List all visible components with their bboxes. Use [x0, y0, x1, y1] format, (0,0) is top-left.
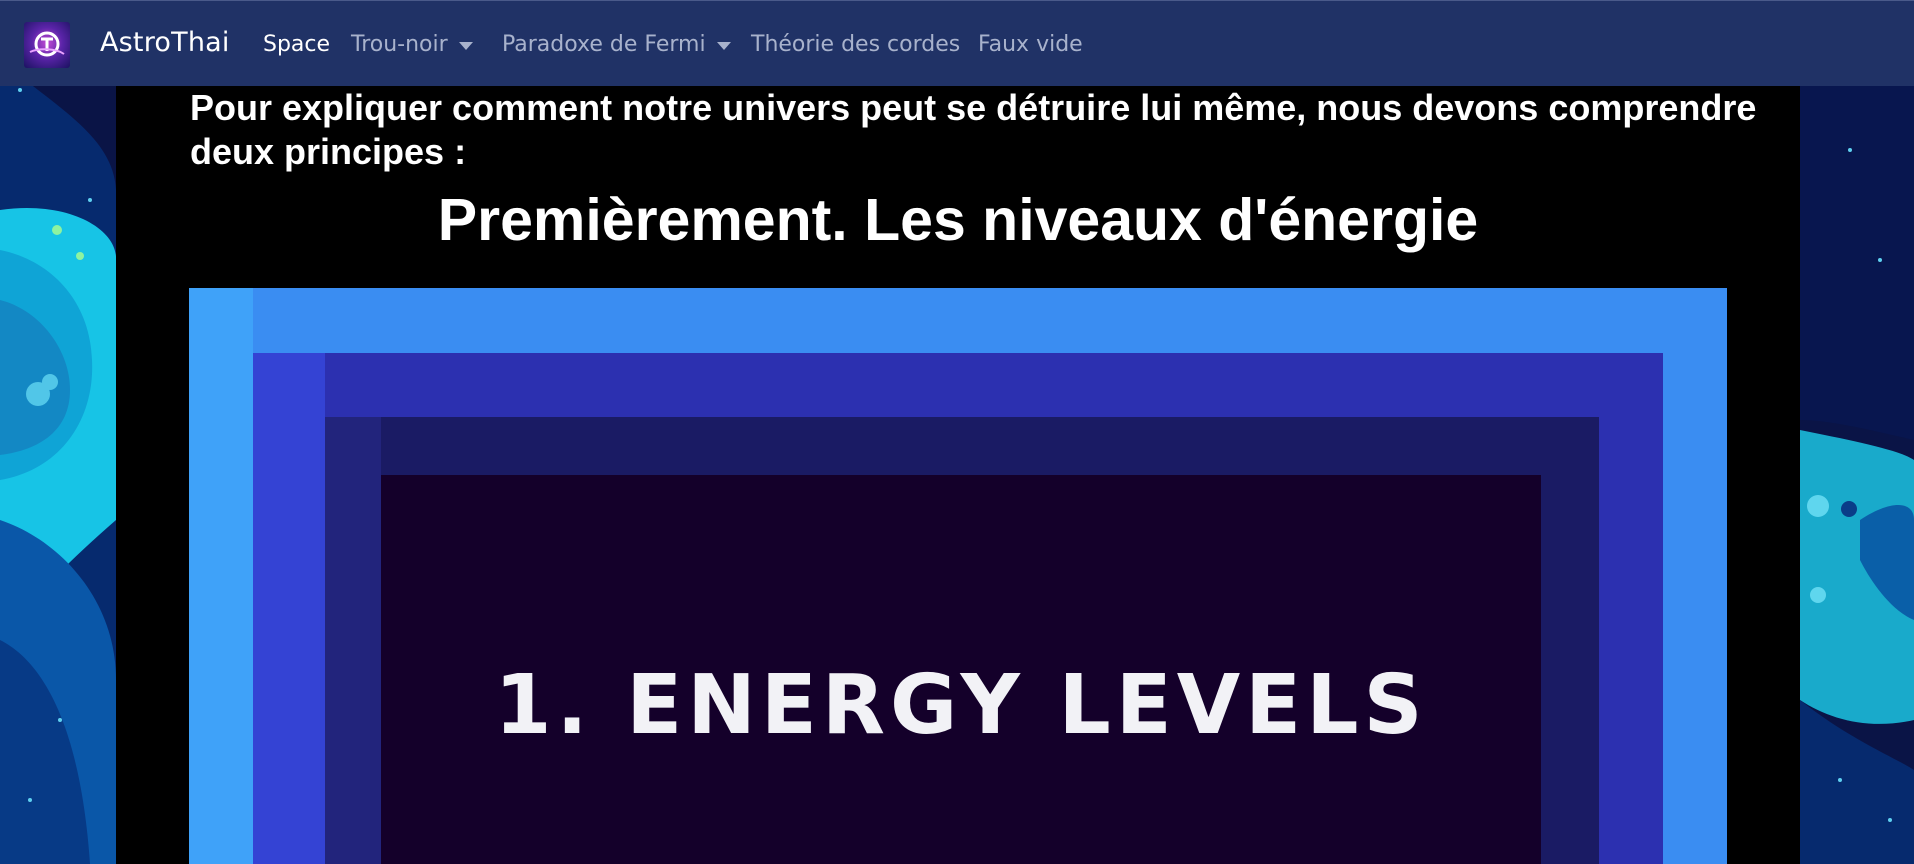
frame-strip: [325, 417, 381, 864]
nav-item-label: Space: [263, 32, 331, 57]
nav-item-paradoxe-de-fermi-dropdown[interactable]: Paradoxe de Fermi: [502, 32, 731, 57]
nav-item-space[interactable]: Space: [263, 32, 330, 57]
nav-item-label: Trou-noir: [351, 32, 448, 57]
frame-strip: [253, 353, 325, 864]
nav-item-label: Théorie des cordes: [751, 32, 961, 57]
brand-name-link[interactable]: AstroThai: [100, 27, 230, 58]
chevron-down-icon: [458, 41, 473, 50]
section-heading: Premièrement. Les niveaux d'énergie: [437, 187, 1479, 253]
nav-item-trou-noir-dropdown[interactable]: Trou-noir: [351, 32, 473, 57]
frame-strip: [189, 288, 253, 864]
intro-paragraph: Pour expliquer comment notre univers peu…: [190, 87, 1757, 172]
energy-levels-title: 1. ENERGY LEVELS: [494, 658, 1428, 753]
nav-item-label: Paradoxe de Fermi: [502, 32, 706, 57]
brand-logo-icon[interactable]: [24, 22, 70, 68]
chevron-down-icon: [716, 41, 731, 50]
nav-item-faux-vide[interactable]: Faux vide: [978, 32, 1083, 57]
energy-levels-image: 1. ENERGY LEVELS: [189, 288, 1727, 864]
top-navbar: AstroThai Space Trou-noir Paradoxe de Fe…: [0, 0, 1914, 86]
nav-item-label: Faux vide: [978, 32, 1083, 57]
main-content: Pour expliquer comment notre univers peu…: [116, 86, 1800, 864]
nav-item-theorie-des-cordes[interactable]: Théorie des cordes: [751, 32, 960, 57]
